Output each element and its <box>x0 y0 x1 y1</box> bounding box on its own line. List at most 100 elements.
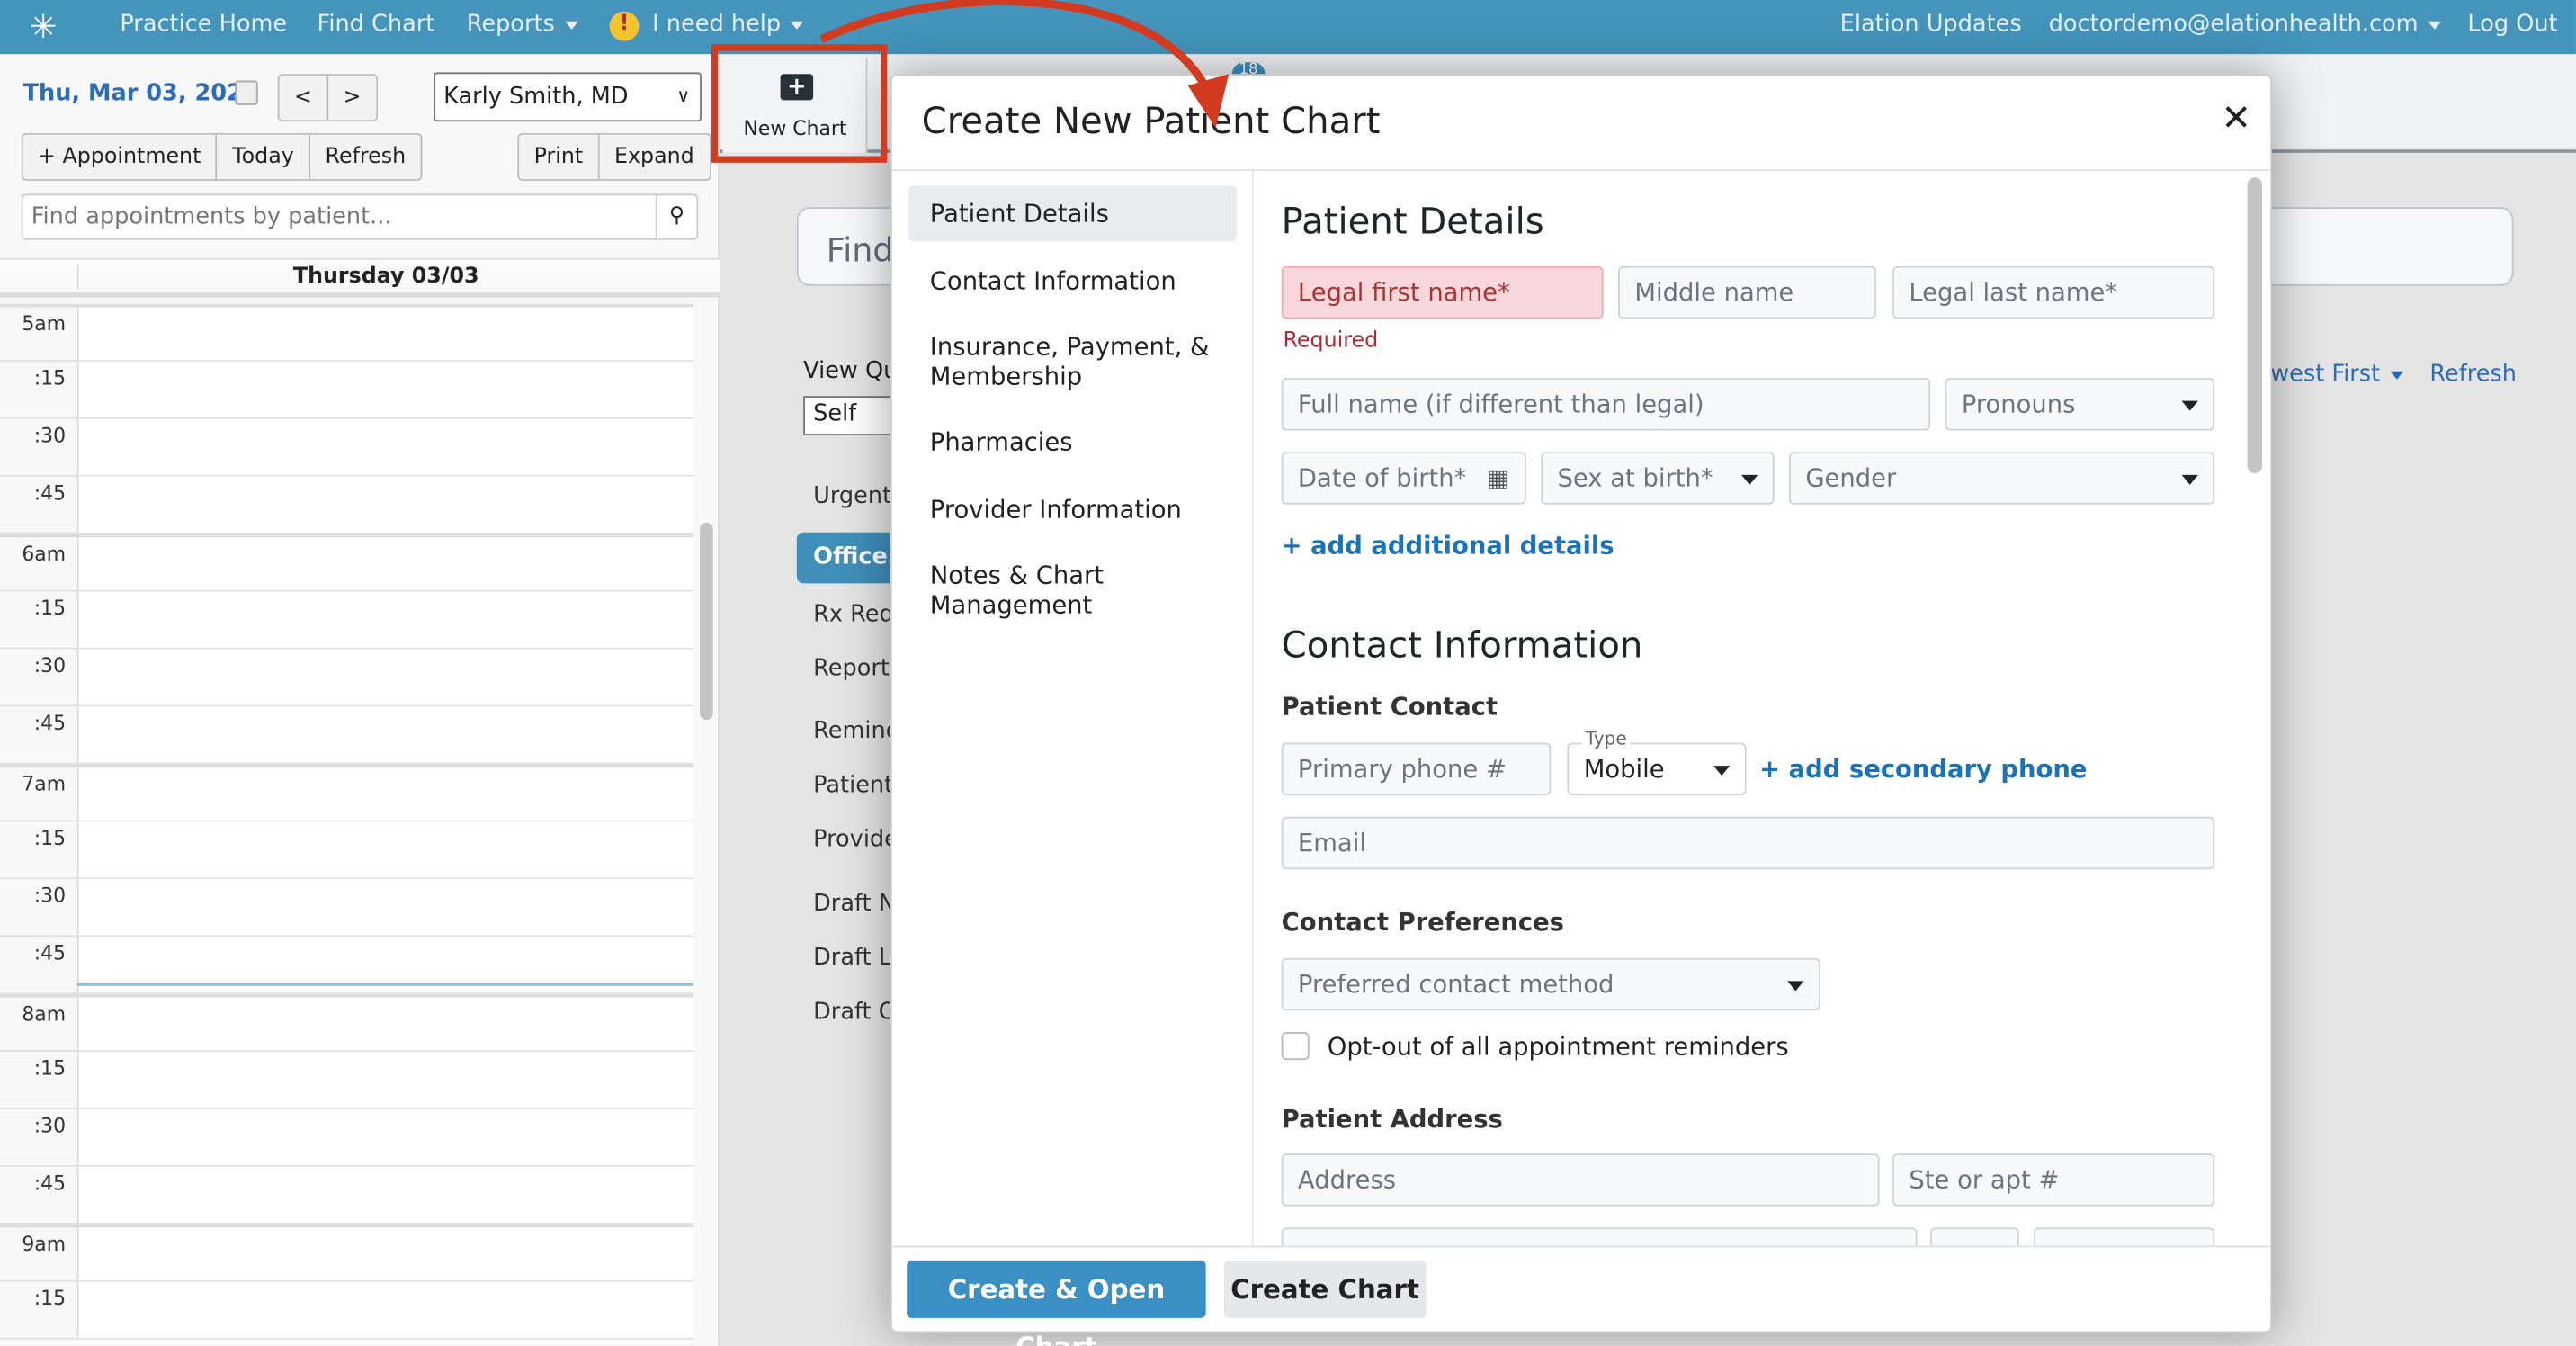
calendar-slot[interactable]: 7am <box>0 764 693 822</box>
nav-help[interactable]: I need help <box>652 12 804 38</box>
slot-cell[interactable] <box>76 1051 693 1108</box>
calendar-slot[interactable]: 6am <box>0 534 693 592</box>
calendar-slot[interactable]: :30 <box>0 1108 693 1167</box>
slot-cell[interactable] <box>76 1227 693 1280</box>
last-name-input[interactable]: Legal last name* <box>1892 265 2215 319</box>
dob-input[interactable]: Date of birth* ▦ <box>1281 452 1526 505</box>
phone-input[interactable]: Primary phone # <box>1281 742 1552 796</box>
email-input[interactable]: Email <box>1281 816 2215 870</box>
calendar-slot[interactable]: :30 <box>0 879 693 938</box>
provider-select[interactable]: Karly Smith, MD ∨ <box>434 72 702 122</box>
calendar-slot[interactable]: :30 <box>0 649 693 707</box>
slot-cell[interactable] <box>76 307 693 361</box>
slot-cell[interactable] <box>76 1281 693 1338</box>
calendar-slot[interactable]: :15 <box>0 591 693 650</box>
sort-dropdown[interactable]: west First <box>2270 362 2403 388</box>
calendar-scrollbar[interactable] <box>700 522 713 721</box>
calendar-slot[interactable]: :15 <box>0 1281 693 1340</box>
contact-method-select[interactable]: Preferred contact method <box>1281 957 1820 1011</box>
slot-cell[interactable] <box>76 1108 693 1165</box>
elation-logo-icon[interactable]: ✳︎ <box>30 6 69 49</box>
calendar-slot[interactable]: :15 <box>0 1051 693 1109</box>
slot-cell[interactable] <box>76 879 693 936</box>
address-input[interactable]: Address <box>1281 1153 1880 1207</box>
slot-cell[interactable] <box>76 361 693 417</box>
queue-draft-letters[interactable]: Draft L <box>813 945 891 971</box>
nav-practice-home[interactable]: Practice Home <box>120 12 287 38</box>
expand-button[interactable]: Expand <box>599 134 710 180</box>
gender-select[interactable]: Gender <box>1789 452 2215 505</box>
slot-cell[interactable] <box>76 537 693 590</box>
full-name-input[interactable]: Full name (if different than legal) <box>1281 378 1931 431</box>
calendar-slot[interactable]: :15 <box>0 361 693 419</box>
first-name-input[interactable]: Legal first name* <box>1281 265 1604 319</box>
annotation-arrow-icon <box>819 0 1230 129</box>
queue-reminders[interactable]: Remind <box>813 718 900 744</box>
time-label: 6am <box>22 542 67 566</box>
queue-refresh-link[interactable]: Refresh <box>2429 362 2517 388</box>
create-open-chart-button[interactable]: Create & Open Chart <box>907 1260 1206 1346</box>
calendar-icon[interactable] <box>235 80 258 105</box>
nav-find-chart[interactable]: Find Chart <box>318 12 435 38</box>
search-icon[interactable]: ⚲ <box>655 195 697 238</box>
slot-cell[interactable] <box>76 767 693 821</box>
next-day-button[interactable]: > <box>328 76 376 121</box>
add-secondary-phone-link[interactable]: + add secondary phone <box>1759 754 2087 784</box>
city-input[interactable] <box>1281 1227 1918 1246</box>
queue-draft-notes[interactable]: Draft N <box>813 891 896 917</box>
pronouns-select[interactable]: Pronouns <box>1945 378 2215 431</box>
calendar-slot[interactable]: :15 <box>0 821 693 880</box>
print-button[interactable]: Print <box>519 134 600 180</box>
apt-input[interactable]: Ste or apt # <box>1892 1153 2215 1207</box>
sex-value: Sex at birth* <box>1557 463 1713 493</box>
slot-cell[interactable] <box>76 418 693 475</box>
nav-reports[interactable]: Reports <box>467 12 578 38</box>
nav-logout[interactable]: Log Out <box>2467 12 2557 38</box>
queue-provider[interactable]: Provide <box>813 827 899 853</box>
queue-reports[interactable]: Reports <box>813 656 901 682</box>
calendar-grid[interactable]: 5am:15:30:45 6am:15:30:45 7am:15:30:45 8am:… <box>0 303 693 1346</box>
optout-checkbox[interactable] <box>1281 1032 1310 1061</box>
nav-updates[interactable]: Elation Updates <box>1840 12 2022 38</box>
day-header: Thursday 03/03 <box>0 257 720 298</box>
slot-cell[interactable] <box>76 706 693 763</box>
create-chart-button[interactable]: Create Chart <box>1223 1260 1427 1318</box>
state-input[interactable] <box>1930 1227 2019 1246</box>
gender-value: Gender <box>1805 463 1897 493</box>
time-label: :15 <box>33 826 67 850</box>
calendar-slot[interactable]: :45 <box>0 1166 693 1225</box>
appointment-search-input[interactable] <box>22 195 648 238</box>
sort-label: west First <box>2270 361 2381 389</box>
nav-account[interactable]: doctordemo@elationhealth.com <box>2049 12 2442 38</box>
calendar-slot[interactable]: :45 <box>0 706 693 765</box>
modal-scrollbar[interactable] <box>2247 177 2263 474</box>
queue-draft-orders[interactable]: Draft O <box>813 1000 897 1026</box>
slot-cell[interactable] <box>76 476 693 533</box>
add-details-link[interactable]: + add additional details <box>1282 531 1614 561</box>
calendar-icon[interactable]: ▦ <box>1487 453 1510 503</box>
queue-patient[interactable]: Patient <box>813 772 893 798</box>
slot-cell[interactable] <box>76 821 693 878</box>
middle-name-input[interactable]: Middle name <box>1618 265 1876 319</box>
zip-input[interactable] <box>2034 1227 2215 1246</box>
time-label: :45 <box>33 711 67 735</box>
calendar-slot[interactable]: 9am <box>0 1224 693 1282</box>
calendar-slot[interactable]: 5am <box>0 303 693 362</box>
today-button[interactable]: Today <box>217 134 311 180</box>
calendar-slot[interactable]: 8am <box>0 994 693 1052</box>
slot-cell[interactable] <box>76 997 693 1051</box>
prev-day-button[interactable]: < <box>279 76 329 121</box>
add-appointment-button[interactable]: + Appointment <box>22 134 218 180</box>
calendar-slot[interactable]: :30 <box>0 418 693 477</box>
phone-type-select[interactable]: Mobile Type <box>1567 728 1747 796</box>
calendar-slot[interactable]: :45 <box>0 476 693 534</box>
slot-cell[interactable] <box>76 591 693 648</box>
close-icon[interactable]: ✕ <box>2221 99 2251 140</box>
queue-select[interactable]: Self <box>803 396 902 436</box>
slot-cell[interactable] <box>76 1166 693 1223</box>
sex-select[interactable]: Sex at birth* <box>1541 452 1775 505</box>
queue-urgent[interactable]: Urgent <box>813 483 891 509</box>
slot-cell[interactable] <box>76 649 693 705</box>
refresh-button[interactable]: Refresh <box>310 134 421 180</box>
arrow-curve <box>819 0 1212 93</box>
